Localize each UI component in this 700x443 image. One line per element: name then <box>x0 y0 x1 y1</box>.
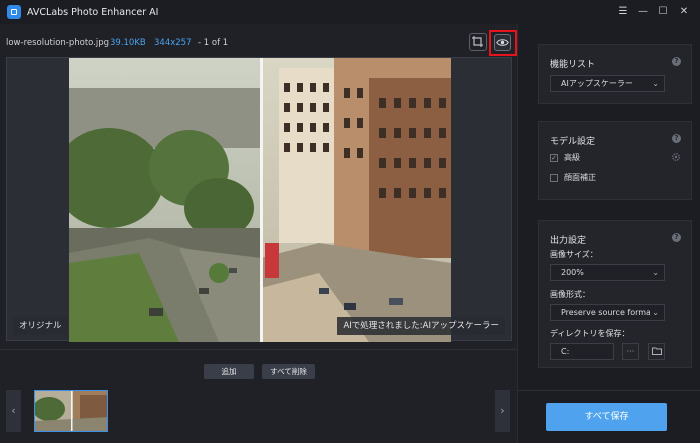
folder-icon[interactable] <box>648 343 665 360</box>
file-page-count: - 1 of 1 <box>198 38 229 48</box>
workspace: low-resolution-photo.jpg 39.10KB 344x257… <box>0 24 517 443</box>
crop-icon <box>472 36 483 47</box>
preview-toggle-highlight <box>489 30 517 56</box>
remove-all-button[interactable]: すべて削除 <box>262 364 315 379</box>
image-viewer: オリジナル AIで処理されました:AIアップスケーラー <box>6 57 512 342</box>
option-high-quality[interactable]: ✓ 高級 <box>550 152 580 163</box>
file-size: 39.10KB <box>110 38 146 48</box>
save-directory-field[interactable]: C: <box>550 343 614 360</box>
option-label: 顔面補正 <box>564 173 596 182</box>
model-settings-title: モデル設定 <box>550 137 596 147</box>
feature-select[interactable]: AIアップスケーラー ⌄ <box>550 75 665 92</box>
preview-toggle-button[interactable] <box>494 34 511 51</box>
image-format-select[interactable]: Preserve source format ⌄ <box>550 304 665 321</box>
option-face-correction[interactable]: 顔面補正 <box>550 172 596 183</box>
help-icon[interactable]: ? <box>672 233 681 242</box>
more-options-button[interactable]: ··· <box>622 343 639 360</box>
save-all-button[interactable]: すべて保存 <box>546 403 667 431</box>
original-label: オリジナル <box>13 317 68 335</box>
output-settings-panel: 出力設定 ? 画像サイズ： 200% ⌄ 画像形式： Preserve sour… <box>538 220 692 368</box>
image-size-select[interactable]: 200% ⌄ <box>550 264 665 281</box>
chevron-down-icon: ⌄ <box>652 79 659 88</box>
title-bar: AVCLabs Photo Enhancer AI ☰ — ☐ ✕ <box>0 0 700 24</box>
ai-processed-label: AIで処理されました:AIアップスケーラー <box>337 317 505 335</box>
settings-sidebar: 機能リスト ? AIアップスケーラー ⌄ モデル設定 ? ✓ 高級 顔面補正 出… <box>517 24 700 443</box>
crop-button[interactable] <box>469 33 487 51</box>
image-format-label: 画像形式： <box>550 290 590 299</box>
output-settings-title: 出力設定 <box>550 236 587 246</box>
eye-icon <box>496 39 509 46</box>
file-info-bar: low-resolution-photo.jpg 39.10KB 344x257… <box>0 24 517 58</box>
prev-arrow-icon[interactable]: ‹ <box>6 390 21 432</box>
checkbox-checked[interactable]: ✓ <box>550 153 558 162</box>
feature-list-panel: 機能リスト ? AIアップスケーラー ⌄ <box>538 44 692 104</box>
settings-gear-icon[interactable] <box>671 152 681 162</box>
thumbnail[interactable] <box>34 390 108 432</box>
chevron-down-icon: ⌄ <box>650 305 659 320</box>
feature-list-title: 機能リスト <box>550 60 596 70</box>
image-format-value: Preserve source format <box>561 308 655 317</box>
comparison-photo[interactable] <box>69 58 451 342</box>
app-title: AVCLabs Photo Enhancer AI <box>27 6 159 18</box>
image-size-label: 画像サイズ： <box>550 250 598 259</box>
option-label: 高級 <box>564 153 580 162</box>
file-name: low-resolution-photo.jpg <box>6 38 110 48</box>
help-icon[interactable]: ? <box>672 134 681 143</box>
image-size-value: 200% <box>561 268 584 277</box>
close-button[interactable]: ✕ <box>677 5 691 19</box>
thumbnail-strip: ‹ › <box>0 384 517 443</box>
divider <box>0 349 517 350</box>
thumbnail-image <box>35 391 107 431</box>
chevron-down-icon: ⌄ <box>652 268 659 277</box>
next-arrow-icon[interactable]: › <box>495 390 510 432</box>
city-street-image <box>69 58 451 342</box>
file-dimensions: 344x257 <box>154 38 192 48</box>
feature-select-value: AIアップスケーラー <box>561 79 633 88</box>
save-directory-label: ディレクトリを保存： <box>550 329 630 338</box>
help-icon[interactable]: ? <box>672 57 681 66</box>
maximize-button[interactable]: ☐ <box>656 5 670 19</box>
divider <box>518 390 700 391</box>
app-logo-icon <box>7 5 21 19</box>
model-settings-panel: モデル設定 ? ✓ 高級 顔面補正 <box>538 121 692 200</box>
add-button[interactable]: 追加 <box>204 364 254 379</box>
save-directory-value: C: <box>561 347 570 356</box>
checkbox-unchecked[interactable] <box>550 173 558 182</box>
minimize-button[interactable]: — <box>636 5 650 19</box>
menu-icon[interactable]: ☰ <box>616 5 630 19</box>
